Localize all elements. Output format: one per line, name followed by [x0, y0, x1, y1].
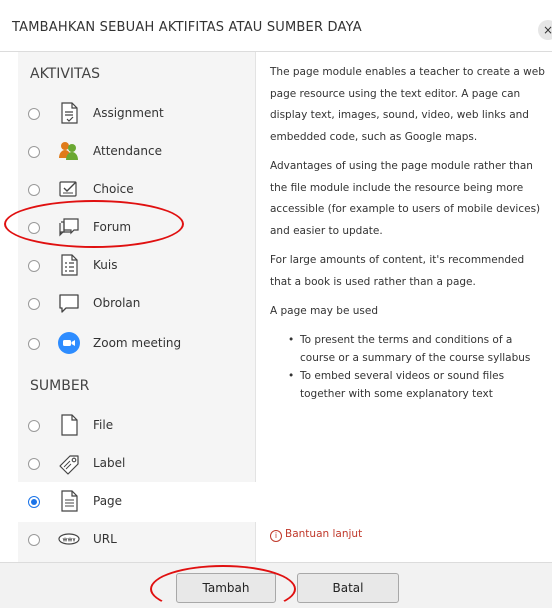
url-icon: [56, 526, 82, 552]
help-link[interactable]: i Bantuan lanjut: [270, 528, 362, 542]
list-item: To present the terms and conditions of a…: [288, 331, 548, 367]
description-paragraph: Advantages of using the page module rath…: [270, 160, 541, 237]
radio-chat[interactable]: [28, 298, 40, 310]
option-label: URL: [93, 532, 117, 546]
dialog-header: TAMBAHKAN SEBUAH AKTIFITAS ATAU SUMBER D…: [0, 0, 552, 52]
label-icon: [56, 450, 82, 476]
description-paragraph: The page module enables a teacher to cre…: [270, 66, 545, 143]
option-label: Page: [93, 494, 123, 508]
dialog-title: TAMBAHKAN SEBUAH AKTIFITAS ATAU SUMBER D…: [12, 20, 362, 35]
radio-zoom-meeting[interactable]: [28, 338, 40, 350]
option-label: Label: [93, 456, 126, 470]
option-zoom-meeting[interactable]: Zoom meeting: [18, 324, 256, 364]
radio-attendance[interactable]: [28, 146, 40, 158]
close-icon[interactable]: ×: [538, 20, 552, 40]
option-label: Obrolan: [93, 296, 141, 310]
choice-icon: [56, 176, 82, 202]
radio-forum[interactable]: [28, 222, 40, 234]
list-item: To embed several videos or sound files t…: [288, 367, 548, 403]
option-assignment[interactable]: Assignment: [18, 94, 256, 134]
section-title-resources: SUMBER: [30, 378, 90, 394]
file-icon: [56, 412, 82, 438]
add-button[interactable]: Tambah: [176, 573, 276, 603]
option-url[interactable]: URL: [18, 520, 256, 560]
radio-quiz[interactable]: [28, 260, 40, 272]
option-label: Zoom meeting: [93, 336, 182, 350]
module-description: The page module enables a teacher to cre…: [270, 62, 548, 562]
quiz-icon: [56, 252, 82, 278]
info-icon: i: [270, 530, 282, 542]
radio-choice[interactable]: [28, 184, 40, 196]
zoom-icon: [56, 330, 82, 356]
radio-assignment[interactable]: [28, 108, 40, 120]
radio-url[interactable]: [28, 534, 40, 546]
module-chooser-list: AKTIVITAS Assignment Attendance Choice F…: [18, 52, 256, 562]
cancel-button[interactable]: Batal: [297, 573, 399, 603]
option-label: Kuis: [93, 258, 118, 272]
option-label: Assignment: [93, 106, 164, 120]
option-forum[interactable]: Forum: [18, 208, 256, 248]
option-choice[interactable]: Choice: [18, 170, 256, 210]
page-icon: [56, 488, 82, 514]
assignment-icon: [56, 100, 82, 126]
forum-icon: [56, 214, 82, 240]
option-quiz[interactable]: Kuis: [18, 246, 256, 286]
section-title-activities: AKTIVITAS: [30, 66, 100, 82]
option-page[interactable]: Page: [18, 482, 256, 522]
usage-list: To present the terms and conditions of a…: [288, 331, 548, 403]
option-file[interactable]: File: [18, 406, 256, 446]
option-label: File: [93, 418, 114, 432]
description-paragraph: A page may be used: [270, 305, 379, 317]
chat-icon: [56, 290, 82, 316]
option-attendance[interactable]: Attendance: [18, 132, 256, 172]
help-link-text[interactable]: Bantuan lanjut: [285, 528, 362, 540]
option-chat[interactable]: Obrolan: [18, 284, 256, 324]
option-label-resource[interactable]: Label: [18, 444, 256, 484]
radio-file[interactable]: [28, 420, 40, 432]
option-label: Attendance: [93, 144, 162, 158]
option-label: Choice: [93, 182, 134, 196]
description-paragraph: For large amounts of content, it's recom…: [270, 254, 525, 288]
radio-page[interactable]: [28, 496, 40, 508]
radio-label[interactable]: [28, 458, 40, 470]
option-label: Forum: [93, 220, 132, 234]
attendance-icon: [56, 138, 82, 164]
add-activity-dialog: TAMBAHKAN SEBUAH AKTIFITAS ATAU SUMBER D…: [0, 0, 552, 608]
dialog-footer: Tambah Batal: [0, 562, 552, 608]
